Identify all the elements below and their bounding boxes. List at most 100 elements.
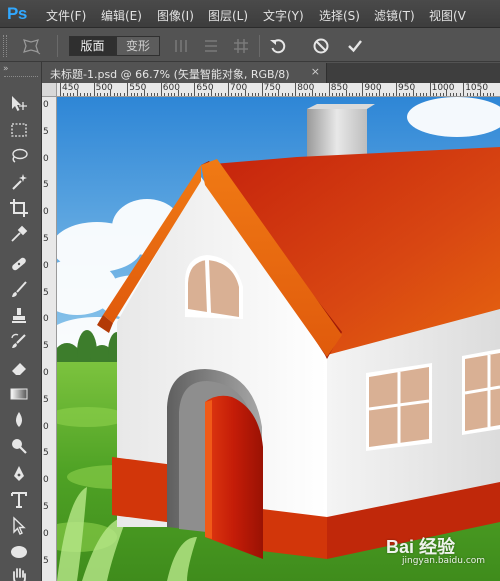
distribute-horizontal-icon[interactable] — [201, 36, 221, 56]
ruler-minor-tick — [375, 93, 377, 96]
cancel-icon[interactable] — [311, 36, 331, 56]
menu-edit[interactable]: 编辑(E) — [101, 7, 142, 24]
ruler-minor-tick — [285, 93, 287, 96]
ruler-minor-tick — [177, 90, 179, 96]
options-divider — [259, 35, 260, 57]
hand-icon[interactable] — [9, 566, 29, 581]
ruler-label: 5 — [43, 234, 49, 244]
ruler-major-tick — [194, 83, 196, 96]
ruler-minor-tick — [315, 93, 317, 96]
mode-warp-button[interactable]: 变形 — [116, 36, 160, 56]
ruler-major-tick — [362, 83, 364, 96]
ruler-label: 5 — [43, 126, 49, 137]
ruler-minor-tick — [446, 90, 448, 96]
eraser-icon[interactable] — [9, 358, 29, 378]
menu-view[interactable]: 视图(V — [429, 7, 466, 24]
menu-type[interactable]: 文字(Y) — [263, 7, 304, 24]
brush-icon[interactable] — [9, 280, 29, 300]
marquee-icon[interactable] — [9, 120, 29, 140]
ruler-minor-tick — [234, 93, 236, 96]
ruler-label: 1000 — [431, 83, 455, 93]
path-selection-icon[interactable] — [9, 516, 29, 536]
ruler-minor-tick — [231, 93, 233, 96]
ruler-minor-tick — [180, 93, 182, 96]
ruler-minor-tick — [207, 93, 209, 96]
ruler-minor-tick — [107, 93, 109, 96]
type-icon[interactable] — [9, 490, 29, 510]
ruler-major-tick — [295, 83, 297, 96]
ruler-minor-tick — [355, 93, 357, 96]
ellipse-icon[interactable] — [9, 542, 29, 562]
ruler-minor-tick — [264, 93, 266, 96]
menu-layer[interactable]: 图层(L) — [208, 7, 248, 24]
ruler-minor-tick — [308, 93, 310, 96]
menu-bar: Ps 文件(F) 编辑(E) 图像(I) 图层(L) 文字(Y) 选择(S) 滤… — [0, 0, 500, 28]
distribute-vertical-icon[interactable] — [171, 36, 191, 56]
menu-filter[interactable]: 滤镜(T) — [374, 7, 415, 24]
ruler-minor-tick — [211, 90, 213, 96]
ruler-minor-tick — [150, 93, 152, 96]
blur-icon[interactable] — [9, 410, 29, 430]
options-bar: 版面 变形 — [0, 29, 500, 62]
ruler-minor-tick — [103, 93, 105, 96]
ruler-minor-tick — [221, 93, 223, 96]
ruler-minor-tick — [214, 93, 216, 96]
ruler-minor-tick — [154, 93, 156, 96]
ruler-minor-tick — [369, 93, 371, 96]
menu-image[interactable]: 图像(I) — [157, 7, 194, 24]
ruler-minor-tick — [432, 93, 434, 96]
ruler-minor-tick — [338, 93, 340, 96]
ruler-label: 0 — [43, 368, 49, 378]
ruler-minor-tick — [422, 93, 424, 96]
vertical-ruler[interactable]: 0 5 0 5 0 5 0 5 0 5 0 5 0 5 0 5 0 5 — [42, 97, 57, 581]
document-tab[interactable]: 未标题-1.psd @ 66.7% (矢量智能对象, RGB/8) × — [42, 63, 327, 83]
gradient-icon[interactable] — [9, 384, 29, 404]
ruler-minor-tick — [117, 93, 119, 96]
ruler-minor-tick — [80, 93, 82, 96]
ruler-minor-tick — [113, 93, 115, 96]
options-grip[interactable] — [3, 35, 7, 57]
ruler-minor-tick — [382, 93, 384, 96]
mode-layout-button[interactable]: 版面 — [69, 36, 116, 56]
document-tab-title: 未标题-1.psd @ 66.7% (矢量智能对象, RGB/8) — [50, 68, 290, 81]
eyedropper-icon[interactable] — [9, 224, 29, 244]
ruler-label: 5 — [43, 394, 49, 405]
ruler-label: 5 — [43, 180, 49, 191]
dodge-icon[interactable] — [9, 436, 29, 456]
ruler-minor-tick — [86, 93, 88, 96]
ruler-label: 0 — [43, 528, 49, 539]
panel-grip[interactable] — [4, 76, 38, 77]
undo-icon[interactable] — [268, 36, 288, 56]
ruler-major-tick — [396, 83, 397, 96]
lasso-icon[interactable] — [9, 146, 29, 166]
ruler-minor-tick — [466, 93, 468, 96]
ruler-minor-tick — [402, 93, 404, 96]
menu-select[interactable]: 选择(S) — [319, 7, 360, 24]
ruler-minor-tick — [137, 93, 139, 96]
commit-icon[interactable] — [345, 36, 365, 56]
ruler-minor-tick — [372, 93, 374, 96]
collapse-panel-icon[interactable]: » — [3, 64, 9, 74]
move-icon[interactable] — [9, 94, 29, 114]
document-canvas[interactable] — [57, 97, 500, 581]
ruler-minor-tick — [157, 93, 159, 96]
ruler-minor-tick — [281, 93, 283, 96]
tools-panel: » — [0, 62, 42, 581]
crop-icon[interactable] — [9, 198, 29, 218]
pen-icon[interactable] — [9, 464, 29, 484]
ruler-minor-tick — [443, 93, 445, 96]
ruler-label: 5 — [43, 448, 49, 459]
menu-file[interactable]: 文件(F) — [46, 7, 86, 24]
magic-wand-icon[interactable] — [9, 172, 29, 192]
ruler-major-tick — [261, 83, 263, 96]
close-icon[interactable]: × — [311, 65, 320, 78]
grid-icon[interactable] — [231, 36, 251, 56]
puppet-warp-icon[interactable] — [20, 37, 42, 55]
ruler-origin[interactable] — [42, 83, 57, 97]
history-brush-icon[interactable] — [9, 332, 29, 352]
clone-stamp-icon[interactable] — [9, 306, 29, 326]
ruler-minor-tick — [123, 93, 125, 96]
horizontal-ruler[interactable]: 450 500 550 600 650 700 750 800 850 900 950 1000 105… — [57, 83, 500, 97]
healing-brush-icon[interactable] — [9, 254, 29, 274]
ruler-minor-tick — [399, 93, 401, 96]
